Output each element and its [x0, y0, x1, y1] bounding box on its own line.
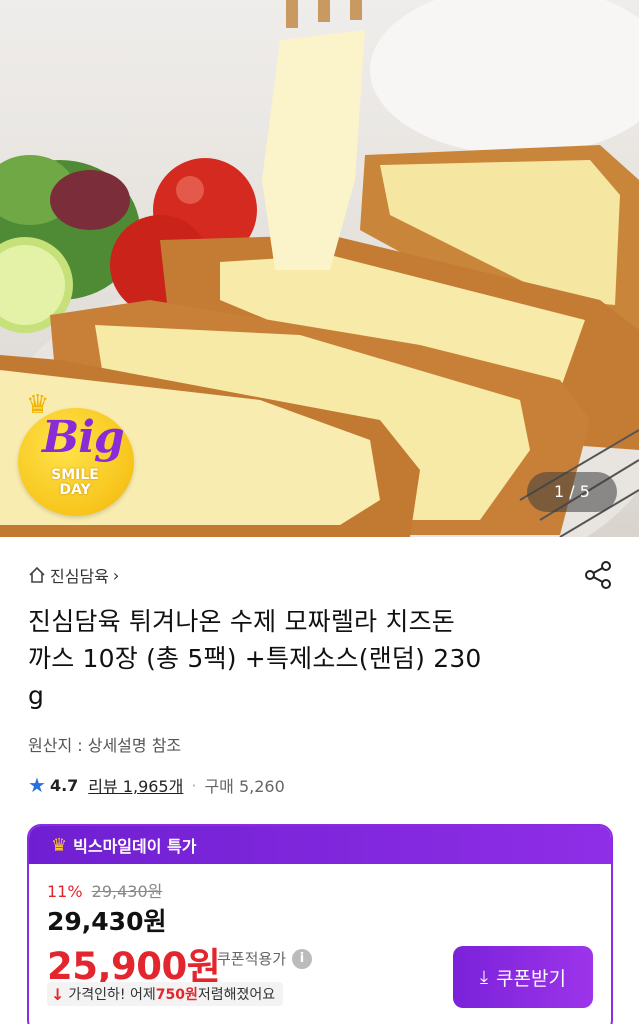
home-icon [29, 566, 45, 583]
purchase-count: 구매 5,260 [204, 777, 285, 796]
product-image-carousel[interactable]: ♛ Big SMILE DAY 1 / 5 [0, 0, 639, 537]
promo-header: ♛ 빅스마일데이 특가 [29, 826, 611, 864]
rating-score: 4.7 [49, 775, 79, 795]
store-name: 진심담육 [50, 567, 109, 586]
carousel-page-indicator: 1 / 5 [527, 472, 617, 512]
promo-header-title: 빅스마일데이 특가 [73, 837, 197, 856]
star-icon: ★ [28, 773, 46, 797]
get-coupon-button[interactable]: ⤓ 쿠폰받기 [453, 946, 593, 1008]
price-drop-amount: 750원 [155, 987, 198, 1003]
discount-percent: 11% [47, 882, 83, 901]
share-icon[interactable] [581, 558, 615, 592]
current-price: 29,430원 [47, 907, 167, 936]
product-title: 진심담육 튀겨나온 수제 모짜렐라 치즈돈 까스 10장 (총 5팩) +특제소… [28, 603, 588, 714]
product-title-line1: 진심담육 튀겨나온 수제 모짜렐라 치즈돈 [28, 607, 455, 636]
original-price: 29,430원 [91, 882, 163, 901]
price-drop-suffix: 저렴해졌어요 [197, 987, 276, 1003]
rating-row: ★ 4.7 리뷰 1,965개 · 구매 5,260 [28, 773, 285, 797]
arrow-down-icon: ↓ [51, 984, 65, 1004]
badge-smile: SMILE [51, 467, 99, 483]
get-coupon-label: 쿠폰받기 [496, 968, 566, 990]
coupon-note-label: 쿠폰적용가 [217, 950, 287, 968]
product-title-line2: 까스 10장 (총 5팩) +특제소스(랜덤) 230 [28, 644, 482, 673]
product-title-line3: g [28, 681, 45, 710]
coupon-price-note: 쿠폰적용가 i [217, 948, 313, 969]
discount-row: 11% 29,430원 [47, 878, 162, 902]
store-link[interactable]: 진심담육 › [28, 563, 119, 587]
separator-dot: · [191, 775, 197, 795]
crown-icon: ♛ [51, 834, 68, 856]
big-smile-day-badge: ♛ Big SMILE DAY [18, 392, 138, 518]
origin-info: 원산지 : 상세설명 참조 [28, 736, 182, 755]
info-icon[interactable]: i [292, 948, 313, 969]
badge-big-text: Big [42, 412, 125, 463]
download-icon: ⤓ [480, 966, 489, 987]
price-drop-prefix: 가격인하! 어제 [68, 987, 156, 1003]
promo-price-box: ♛ 빅스마일데이 특가 11% 29,430원 29,430원 25,900원 … [27, 824, 613, 1024]
price-drop-notice: ↓ 가격인하! 어제 750원 저렴해졌어요 [47, 982, 284, 1006]
review-count-link[interactable]: 리뷰 1,965개 [88, 773, 183, 797]
badge-day: DAY [59, 481, 91, 498]
chevron-right-icon: › [112, 565, 120, 585]
badge-smile-day-text: SMILE DAY [42, 468, 108, 497]
